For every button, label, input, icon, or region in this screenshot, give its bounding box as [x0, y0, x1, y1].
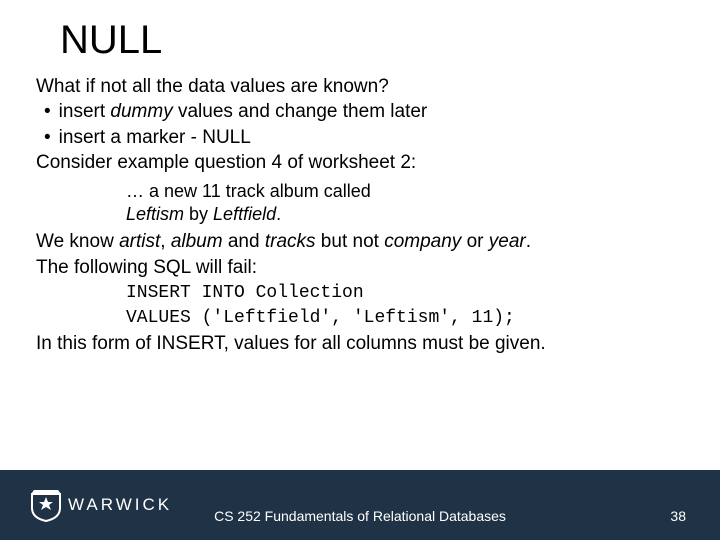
slide-content: NULL What if not all the data values are…: [0, 0, 720, 470]
slide-title: NULL: [0, 0, 720, 63]
page-number: 38: [670, 508, 686, 524]
body-line: Consider example question 4 of worksheet…: [36, 151, 690, 175]
footer-course-title: CS 252 Fundamentals of Relational Databa…: [0, 508, 720, 524]
slide: NULL What if not all the data values are…: [0, 0, 720, 540]
code-line: VALUES ('Leftfield', 'Leftism', 11);: [36, 307, 690, 330]
body-line: The following SQL will fail:: [36, 256, 690, 280]
example-block: … a new 11 track album called Leftism by…: [36, 176, 690, 230]
example-line: Leftism by Leftfield.: [126, 203, 690, 226]
body-line: In this form of INSERT, values for all c…: [36, 332, 690, 356]
slide-footer: WARWICK CS 252 Fundamentals of Relationa…: [0, 470, 720, 540]
example-line: … a new 11 track album called: [126, 180, 690, 203]
code-line: INSERT INTO Collection: [36, 282, 690, 305]
slide-body: What if not all the data values are know…: [0, 63, 720, 356]
bullet-item: insert dummy values and change them late…: [36, 100, 690, 124]
body-line: We know artist, album and tracks but not…: [36, 230, 690, 254]
bullet-item: insert a marker - NULL: [36, 126, 690, 150]
body-line: What if not all the data values are know…: [36, 75, 690, 99]
